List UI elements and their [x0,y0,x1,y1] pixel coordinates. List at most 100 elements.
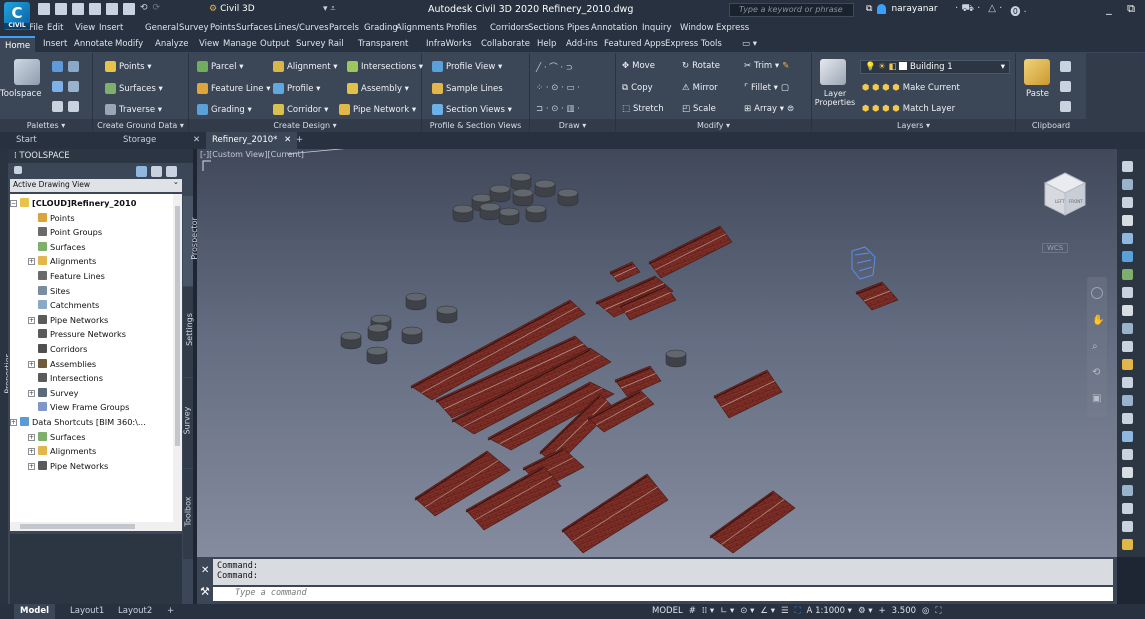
annotation-visibility-icon[interactable]: ⛶ [795,606,801,616]
menu-view[interactable]: View [75,23,95,33]
menu-window[interactable]: Window [680,23,714,33]
tree-expand-toggle[interactable]: + [28,258,35,266]
close-tab-icon[interactable]: ✕ [193,135,200,145]
workspace-caret-icon[interactable]: ▾ ⩡ [323,4,335,14]
array-button[interactable]: ⊞ Array ▾ ⊜ [744,104,794,114]
toolspace-header[interactable]: ⁞ TOOLSPACE [8,149,193,163]
toolspace-tool-icon-2[interactable] [151,166,162,177]
palette-tool-icon[interactable] [1122,323,1133,334]
profile-button[interactable]: Profile ▾ [273,83,320,94]
offset-icon[interactable]: ⊜ [787,104,794,114]
drawing-viewport[interactable]: [-][Custom View][Current] LEFT FRONT WCS… [197,149,1117,557]
lineweight-icon[interactable]: ☰ [781,606,789,616]
palette-tool-icon[interactable] [1122,539,1133,550]
tank[interactable] [452,204,474,223]
tree-hscroll-thumb[interactable] [20,524,135,529]
tab-layout2[interactable]: Layout2 [118,606,152,616]
palette-tool-icon[interactable] [1122,485,1133,496]
tank[interactable] [401,326,423,345]
ribbon-tab-help[interactable]: Help [537,39,556,49]
create-design-title[interactable]: Create Design ▾ [189,119,421,132]
workspace-selector[interactable]: Civil 3D [209,4,255,14]
layer-select[interactable]: 💡 ☀ ◧ Building 1 ▾ [860,60,1010,74]
zoom-icon[interactable]: ⌕ [1092,341,1098,352]
palette-tool-icon[interactable] [1122,359,1133,370]
tank[interactable] [367,323,389,342]
ribbon-tab-survey[interactable]: Survey [296,39,326,49]
annotation-scale[interactable]: A 1:1000 ▾ [807,606,852,616]
plus-icon[interactable]: + [879,606,886,616]
tank[interactable] [489,184,511,203]
tree-node[interactable]: Assemblies [38,358,96,371]
tree-expand-toggle[interactable]: + [10,419,17,426]
paste-button[interactable]: Paste [1026,89,1049,99]
stretch-button[interactable]: ⬚ Stretch [622,104,664,114]
plot-icon[interactable] [106,3,118,15]
palette-tool-icon[interactable] [1122,197,1133,208]
ribbon-tab-infraworks[interactable]: InfraWorks [426,39,472,49]
tree-vertical-scrollbar[interactable] [173,194,182,522]
line-tools[interactable]: ╱ · ⌒ · ⊃ [536,61,573,73]
tree-expand-toggle[interactable]: − [10,200,17,207]
ribbon-tab-add-ins[interactable]: Add-ins [566,39,598,49]
polar-icon[interactable]: ⊙ ▾ [740,606,754,616]
tank[interactable] [665,349,687,368]
match-layer-button[interactable]: ⬢ ⬢ ⬢ ⬢ Match Layer [862,104,955,114]
point-tools[interactable]: ⁘ · ⊙ · ▭ · [536,83,580,93]
pipe-network-button[interactable]: Pipe Network ▾ [339,104,416,115]
grid-icon[interactable]: # [689,606,696,616]
open-file-icon[interactable] [55,3,67,15]
modify-panel-title[interactable]: Modify ▾ [616,119,811,132]
tree-horizontal-scrollbar[interactable] [10,522,182,531]
tree-node[interactable]: Point Groups [38,226,102,239]
ribbon-tab-analyze[interactable]: Analyze [155,39,189,49]
menu-express[interactable]: Express [716,23,749,33]
tab-prospector[interactable]: Prospector [183,196,199,286]
save-icon[interactable] [72,3,84,15]
profile-view-button[interactable]: Profile View ▾ [432,61,502,72]
menu-sections[interactable]: Sections [528,23,564,33]
navigation-bar[interactable]: ✋ ⌕ ⟲ ▣ [1087,277,1107,417]
properties-palette-strip[interactable]: Properties [0,149,13,606]
corridor-button[interactable]: Corridor ▾ [273,104,328,115]
workspace-switch-icon[interactable]: ⚙ ▾ [858,606,873,616]
fillet-button[interactable]: ⌜ Fillet ▾ ▢ [744,83,789,93]
tab-toolbox[interactable]: Toolbox [183,469,193,559]
tree-node[interactable]: Sites [38,285,70,298]
command-input[interactable]: Type a command [213,587,1113,601]
palette-tool-icon[interactable] [1122,341,1133,352]
snap-icon[interactable]: ⁞⁞ ▾ [702,606,714,616]
ribbon-tab-transparent[interactable]: Transparent [358,39,408,49]
model-space-toggle[interactable]: MODEL [652,606,683,616]
tree-expand-toggle[interactable]: + [28,316,35,324]
palette-tool-icon[interactable] [1122,269,1133,280]
layer-properties-icon[interactable] [820,59,846,85]
copy-clip-icon[interactable] [1060,81,1071,92]
match-properties-icon[interactable] [1060,101,1071,112]
showmotion-icon[interactable]: ▣ [1092,393,1101,404]
menu-inquiry[interactable]: Inquiry [642,23,672,33]
menu-lines-curves[interactable]: Lines/Curves [274,23,329,33]
copy-button[interactable]: ⧉ Copy [622,83,653,93]
tank[interactable] [436,305,458,324]
menu-pipes[interactable]: Pipes [567,23,589,33]
cart-icon[interactable]: · ⛟ · [955,3,980,18]
ortho-icon[interactable]: ∟ ▾ [720,606,734,616]
feature-line-button[interactable]: Feature Line ▾ [197,83,271,94]
ribbon-tab-annotate[interactable]: Annotate [74,39,113,49]
tab-storage[interactable]: Storage [123,135,156,145]
tank[interactable] [479,202,501,221]
new-file-icon[interactable] [38,3,50,15]
tree-node[interactable]: Catchments [38,299,99,312]
palette-icon-6[interactable] [68,101,79,112]
points-button[interactable]: Points ▾ [105,61,152,72]
binoculars-icon[interactable]: ⧉ [866,4,872,14]
ribbon-tab-collaborate[interactable]: Collaborate [481,39,530,49]
undo-icon[interactable]: ⟲ [140,3,148,15]
toolspace-tool-icon-1[interactable] [136,166,147,177]
cut-icon[interactable] [1060,61,1071,72]
redo-icon[interactable]: ⟳ [153,3,161,15]
rotate-button[interactable]: ↻ Rotate [682,61,720,71]
paste-icon[interactable] [1024,59,1050,85]
viewcube-icon[interactable]: LEFT FRONT [1042,170,1088,220]
